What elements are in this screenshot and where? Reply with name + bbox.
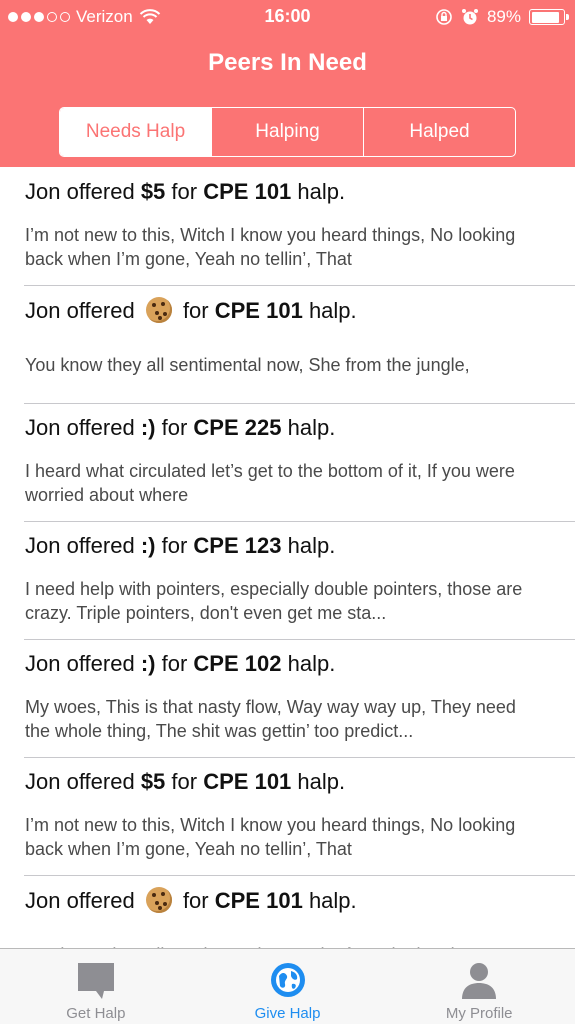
offer-suffix: halp. [297, 179, 346, 204]
offer-for: for [161, 533, 188, 558]
request-row[interactable]: Jon offered $5 for CPE 101 halp. I’m not … [0, 167, 575, 286]
offer-prefix: Jon offered [25, 533, 135, 558]
nav-header: Verizon 16:00 89% Peers In Need Needs Ha… [0, 0, 575, 167]
offer-prefix: Jon offered [25, 179, 135, 204]
request-row[interactable]: Jon offered :) for CPE 102 halp. My woes,… [0, 639, 575, 758]
course-code: CPE 123 [193, 533, 282, 558]
request-title: Jon offered :) for CPE 225 halp. [25, 415, 335, 441]
course-code: CPE 101 [203, 179, 292, 204]
offer-amount: :) [140, 651, 156, 676]
offer-amount: $5 [140, 179, 166, 204]
speech-bubble-icon [77, 963, 114, 999]
offer-prefix: Jon offered [25, 298, 135, 323]
battery-level [531, 11, 560, 23]
segment-halping[interactable]: Halping [211, 108, 363, 156]
request-row[interactable]: Jon offered :) for CPE 225 halp. I heard … [0, 403, 575, 522]
cookie-icon [145, 887, 172, 913]
alarm-icon [461, 9, 478, 25]
offer-for: for [182, 298, 209, 323]
request-row[interactable]: Jon offered :) for CPE 123 halp. I need h… [0, 521, 575, 640]
tab-my-profile[interactable]: My Profile [383, 949, 575, 1024]
tab-label: My Profile [445, 1005, 513, 1022]
tab-bar: Get Halp Give Halp My Profile [0, 948, 575, 1024]
offer-for: for [161, 415, 188, 440]
offer-for: for [161, 651, 188, 676]
offer-prefix: Jon offered [25, 888, 135, 913]
orientation-lock-icon [436, 9, 452, 25]
offer-amount: :) [140, 533, 156, 558]
request-title: Jon offered for CPE 101 halp. [25, 297, 357, 324]
offer-suffix: halp. [287, 533, 336, 558]
segment-needs-halp[interactable]: Needs Halp [60, 108, 211, 156]
offer-amount: :) [140, 415, 156, 440]
request-description: You know they all sentimental now, She f… [25, 355, 470, 375]
request-title: Jon offered :) for CPE 123 halp. [25, 533, 335, 559]
course-code: CPE 101 [214, 888, 303, 913]
offer-for: for [171, 179, 198, 204]
request-description: I heard what circulated let’s get to the… [25, 461, 515, 505]
person-icon [462, 963, 497, 999]
request-description: My woes, This is that nasty flow, Way wa… [25, 697, 516, 741]
status-bar: Verizon 16:00 89% [0, 0, 575, 34]
page-title: Peers In Need [208, 49, 367, 76]
course-code: CPE 102 [193, 651, 282, 676]
globe-icon [270, 963, 305, 997]
course-code: CPE 101 [203, 769, 292, 794]
offer-prefix: Jon offered [25, 769, 135, 794]
course-code: CPE 101 [214, 298, 303, 323]
tab-label: Get Halp [66, 1005, 126, 1022]
request-row[interactable]: Jon offered for CPE 101 halp.You know th… [0, 875, 575, 948]
request-title: Jon offered for CPE 101 halp. [25, 887, 357, 914]
offer-prefix: Jon offered [25, 651, 135, 676]
request-row[interactable]: Jon offered $5 for CPE 101 halp. I’m not … [0, 757, 575, 876]
offer-for: for [182, 888, 209, 913]
request-list[interactable]: Jon offered $5 for CPE 101 halp. I’m not … [0, 167, 575, 948]
request-description: I need help with pointers, especially do… [25, 579, 523, 623]
request-title: Jon offered :) for CPE 102 halp. [25, 651, 335, 677]
tab-give-halp[interactable]: Give Halp [192, 949, 384, 1024]
course-code: CPE 225 [193, 415, 282, 440]
battery-icon [529, 9, 569, 25]
status-right: 89% [435, 7, 569, 27]
request-title: Jon offered $5 for CPE 101 halp. [25, 769, 345, 795]
segment-halped[interactable]: Halped [363, 108, 515, 156]
tab-label: Give Halp [254, 1005, 321, 1022]
request-description: I’m not new to this, Witch I know you he… [25, 815, 516, 859]
offer-for: for [171, 769, 198, 794]
offer-suffix: halp. [308, 298, 357, 323]
request-description: I’m not new to this, Witch I know you he… [25, 225, 516, 269]
offer-prefix: Jon offered [25, 415, 135, 440]
segmented-control: Needs Halp Halping Halped [59, 107, 516, 157]
offer-amount: $5 [140, 769, 166, 794]
tab-get-halp[interactable]: Get Halp [0, 949, 192, 1024]
offer-suffix: halp. [297, 769, 346, 794]
request-row[interactable]: Jon offered for CPE 101 halp. You know th… [0, 285, 575, 404]
offer-suffix: halp. [287, 651, 336, 676]
request-title: Jon offered $5 for CPE 101 halp. [25, 179, 345, 205]
offer-suffix: halp. [287, 415, 336, 440]
cookie-icon [145, 297, 172, 323]
battery-percent: 89% [486, 7, 521, 26]
offer-suffix: halp. [308, 888, 357, 913]
